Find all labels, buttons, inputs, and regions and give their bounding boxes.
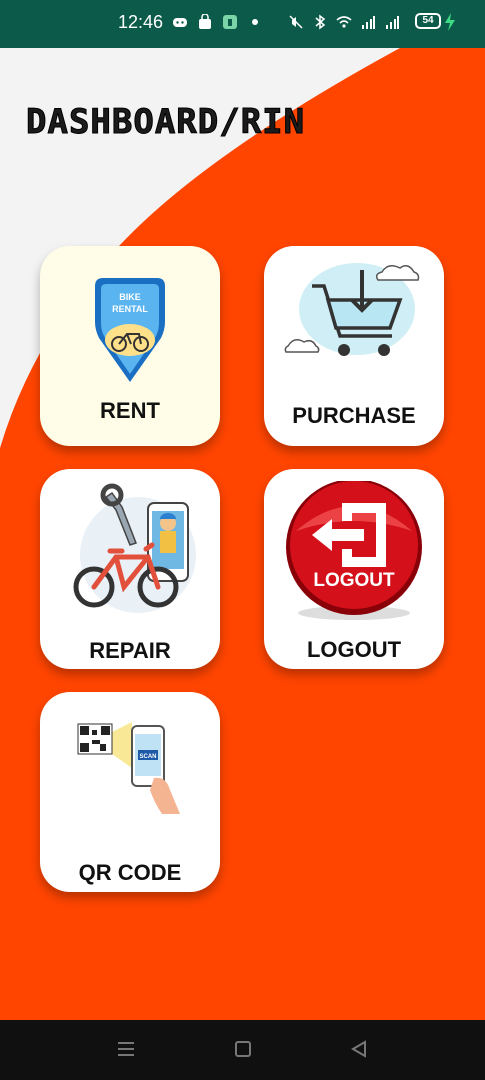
logout-icon: LOGOUT xyxy=(286,481,422,620)
qr-label: QR CODE xyxy=(78,860,182,885)
battery-level: 54 xyxy=(422,15,434,26)
battery-icon: 54 xyxy=(415,13,441,29)
mute-icon xyxy=(289,15,303,29)
charging-icon xyxy=(445,13,455,31)
page-title: DASHBOARD/RIN xyxy=(25,102,306,143)
home-square-icon[interactable] xyxy=(234,1040,252,1058)
qr-card[interactable]: SCAN QR CODE xyxy=(40,692,220,892)
badge-line2: RENTAL xyxy=(112,304,148,314)
purchase-card[interactable]: PURCHASE xyxy=(264,246,444,446)
repair-label: REPAIR xyxy=(89,638,171,663)
badge-line1: BIKE xyxy=(119,292,141,302)
signal-icon xyxy=(362,16,375,29)
notification-icons xyxy=(172,14,263,30)
system-icons xyxy=(288,14,400,30)
rent-label: RENT xyxy=(100,398,160,423)
dot-icon xyxy=(252,19,258,25)
logout-button-text: LOGOUT xyxy=(313,570,395,591)
bluetooth-icon xyxy=(315,14,326,30)
status-time: 12:46 xyxy=(118,12,164,32)
navigation-bar xyxy=(0,1020,485,1080)
discord-icon xyxy=(173,18,187,27)
rent-card[interactable]: BIKE RENTAL RENT xyxy=(40,246,220,446)
qr-scan-icon: SCAN xyxy=(77,722,180,814)
logout-label: LOGOUT xyxy=(306,637,402,662)
scan-text: SCAN xyxy=(139,754,156,760)
back-triangle-icon[interactable] xyxy=(350,1040,368,1058)
wifi-icon xyxy=(336,16,352,28)
app-notification-icon xyxy=(223,15,237,29)
cart-icon xyxy=(284,263,420,356)
bike-repair-icon xyxy=(73,483,196,613)
purchase-label: PURCHASE xyxy=(292,403,416,428)
status-bar: 12:46 54 xyxy=(0,0,485,48)
bike-rental-icon: BIKE RENTAL xyxy=(95,278,165,382)
logout-card[interactable]: LOGOUT LOGOUT xyxy=(264,469,444,669)
menu-icon[interactable] xyxy=(117,1040,135,1058)
repair-card[interactable]: REPAIR xyxy=(40,469,220,669)
signal-icon-2 xyxy=(386,16,399,29)
shopping-bag-icon xyxy=(199,14,211,29)
